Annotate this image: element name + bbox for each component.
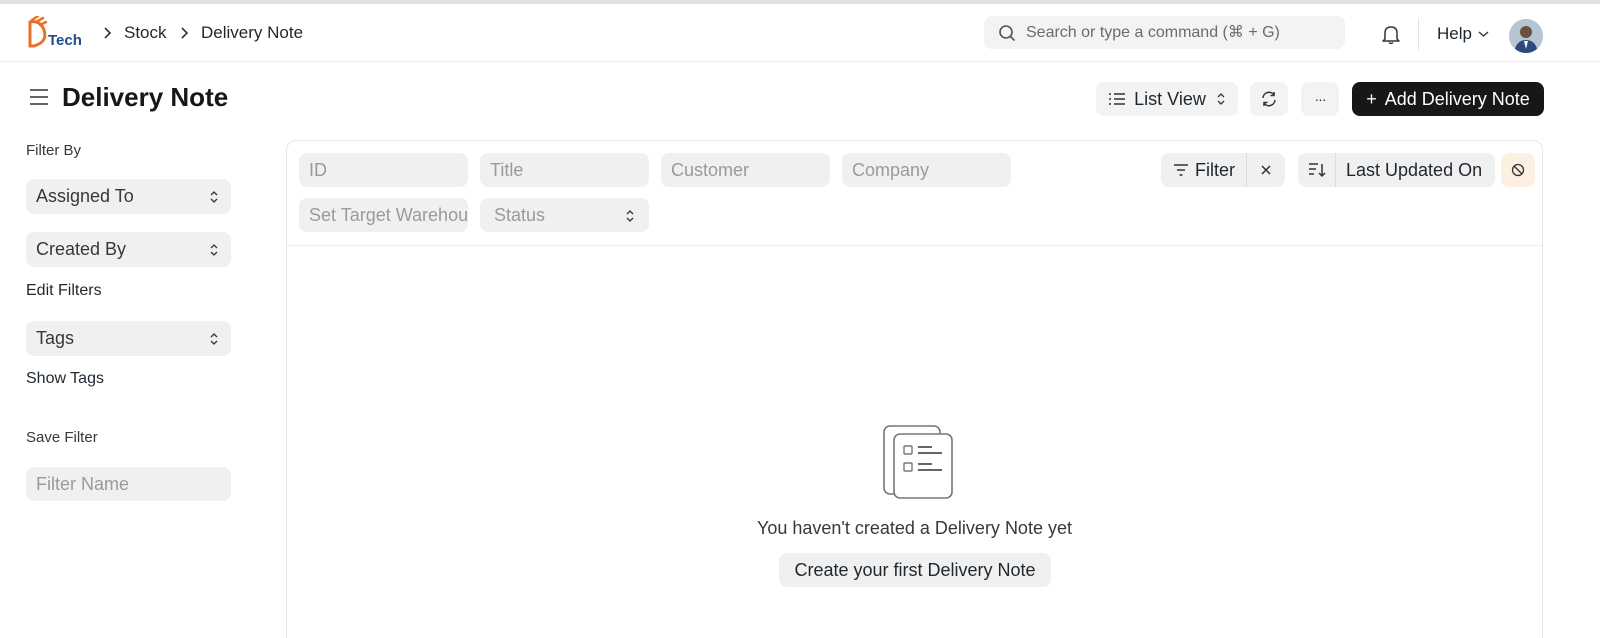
target-warehouse-filter-input[interactable] (299, 198, 468, 232)
page-title: Delivery Note (62, 82, 229, 112)
more-actions-button[interactable]: ··· (1301, 82, 1339, 116)
more-icon: ··· (1314, 91, 1327, 107)
company-filter-input[interactable] (842, 153, 1011, 187)
create-first-button[interactable]: Create your first Delivery Note (779, 553, 1051, 587)
tags-select[interactable]: Tags (26, 321, 231, 356)
clear-sort-button[interactable] (1501, 153, 1535, 187)
select-caret-icon (1217, 93, 1225, 105)
empty-list-icon (883, 425, 953, 499)
tags-label: Tags (36, 328, 75, 348)
filter-name-input[interactable] (26, 467, 231, 501)
add-button-label: Add Delivery Note (1384, 88, 1530, 109)
select-caret-icon (210, 191, 218, 203)
id-filter-input[interactable] (299, 153, 468, 187)
list-panel: Status Filter Last Updated On You haven'… (286, 140, 1543, 638)
show-tags-link[interactable]: Show Tags (26, 370, 104, 388)
created-by-label: Created By (36, 239, 127, 259)
top-navbar: Tech Stock Delivery Note Help (0, 0, 1600, 62)
created-by-select[interactable]: Created By (26, 232, 231, 267)
add-delivery-note-button[interactable]: + Add Delivery Note (1352, 82, 1544, 116)
sort-field-label[interactable]: Last Updated On (1336, 160, 1482, 181)
panel-divider (287, 245, 1542, 246)
assigned-to-select[interactable]: Assigned To (26, 179, 231, 214)
status-filter-select[interactable]: Status (480, 198, 649, 232)
help-label: Help (1437, 24, 1472, 43)
empty-state-message: You haven't created a Delivery Note yet (757, 518, 1072, 538)
customer-filter-input[interactable] (661, 153, 830, 187)
global-search[interactable] (984, 16, 1345, 49)
avatar[interactable] (1509, 19, 1543, 53)
chevron-down-icon (1478, 31, 1489, 37)
sort-order-button[interactable] (1298, 153, 1336, 187)
save-filter-heading: Save Filter (26, 429, 98, 446)
select-caret-icon (626, 210, 634, 222)
filter-button-group: Filter (1161, 153, 1285, 187)
search-icon (999, 25, 1015, 41)
sort-button-group: Last Updated On (1298, 153, 1495, 187)
ban-icon (1511, 163, 1525, 177)
svg-text:Tech: Tech (48, 32, 82, 49)
list-view-label: List View (1134, 88, 1206, 109)
breadcrumb-stock[interactable]: Stock (124, 23, 167, 43)
filter-by-heading: Filter By (26, 142, 82, 159)
assigned-to-label: Assigned To (36, 186, 134, 206)
title-filter-input[interactable] (480, 153, 649, 187)
list-view-switcher[interactable]: List View (1096, 82, 1238, 116)
reload-button[interactable] (1250, 82, 1288, 116)
select-caret-icon (210, 333, 218, 345)
close-icon (1261, 165, 1271, 175)
sort-descending-icon (1308, 163, 1326, 178)
search-input[interactable] (1026, 16, 1336, 49)
edit-filters-link[interactable]: Edit Filters (26, 282, 102, 300)
help-menu[interactable]: Help (1437, 24, 1489, 44)
filter-icon (1174, 164, 1188, 176)
select-caret-icon (210, 244, 218, 256)
chevron-right-icon (104, 27, 112, 39)
breadcrumb-delivery-note[interactable]: Delivery Note (201, 23, 303, 43)
sidebar-toggle-icon[interactable] (28, 87, 50, 107)
status-filter-label: Status (494, 204, 546, 225)
refresh-icon (1262, 91, 1276, 107)
plus-icon: + (1366, 88, 1377, 109)
bell-icon[interactable] (1380, 23, 1402, 45)
chevron-right-icon (181, 27, 189, 39)
clear-filters-button[interactable] (1247, 153, 1285, 187)
d-tech-logo[interactable]: Tech (26, 14, 88, 52)
filter-label: Filter (1195, 159, 1235, 180)
list-icon (1109, 93, 1126, 105)
navbar-divider (1418, 18, 1419, 50)
filter-button[interactable]: Filter (1161, 153, 1247, 187)
